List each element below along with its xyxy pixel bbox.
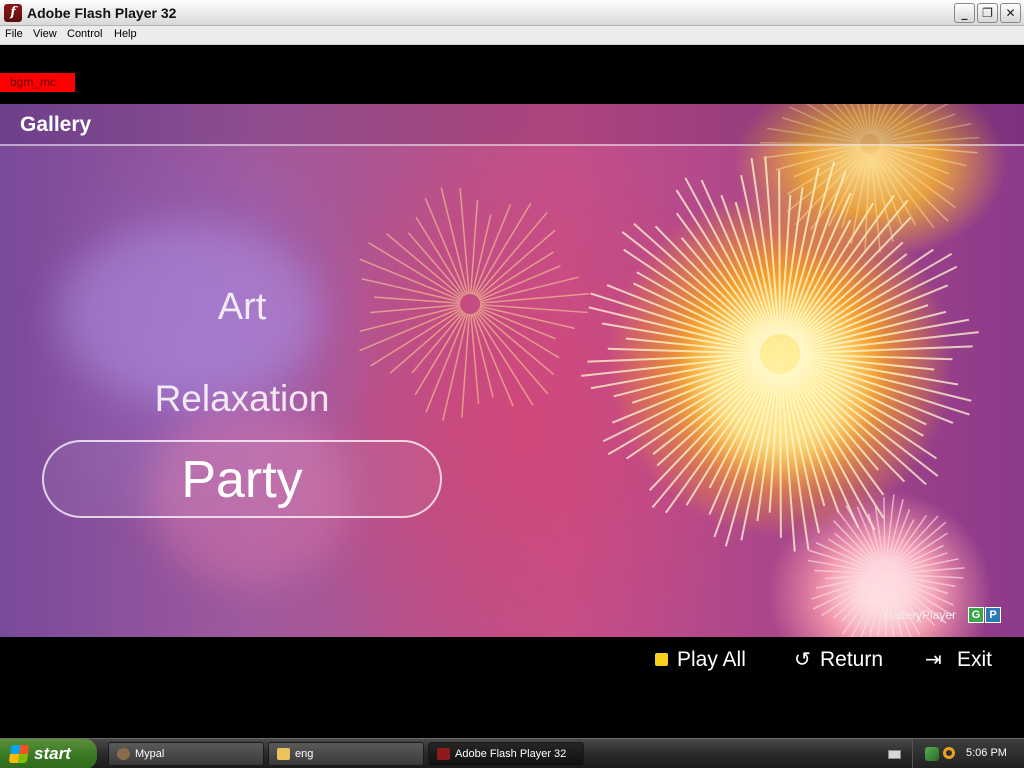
category-party-selected[interactable]: Party (42, 440, 442, 518)
firework-ray (625, 364, 765, 460)
firework-ray (479, 303, 588, 314)
firework-ray (470, 313, 480, 404)
windows-logo-icon (8, 745, 30, 763)
firework-ray (461, 313, 471, 418)
firework-ray (631, 359, 762, 404)
taskbar-item-label: eng (295, 748, 314, 760)
gallery-header: Gallery (0, 104, 1024, 146)
galleryplayer-logo-text: GalleryPlayer (884, 608, 957, 622)
taskbar-item-label: Mypal (135, 748, 165, 760)
exit-button[interactable]: Exit (957, 648, 992, 672)
firework-ray (763, 144, 861, 159)
firework-ray (477, 309, 555, 376)
menu-file[interactable]: File (5, 28, 23, 40)
firework-ray (477, 229, 556, 299)
taskbar: start Mypal eng Adobe Flash Player 32 5:… (0, 738, 1024, 768)
window-title: Adobe Flash Player 32 (27, 5, 177, 21)
firework-ray (469, 200, 479, 295)
clock: 5:06 PM (966, 747, 1007, 759)
firework-ray (797, 265, 958, 347)
category-art[interactable]: Art (42, 286, 442, 329)
exit-door-icon: ⇥ (925, 647, 942, 671)
firework-ray (478, 307, 556, 340)
firework-ray (876, 150, 949, 222)
firework-ray (778, 170, 781, 335)
gp-badge-p: P (985, 607, 1001, 623)
flash-icon (437, 748, 450, 760)
search-icon[interactable] (943, 747, 955, 759)
firework-ray (795, 248, 934, 344)
return-button[interactable]: Return (820, 648, 883, 672)
firework-ray (798, 304, 929, 349)
firework-ray (602, 361, 763, 443)
gp-badge-g: G (968, 607, 984, 623)
menu-help[interactable]: Help (114, 28, 137, 40)
window-title-bar[interactable]: f Adobe Flash Player 32 _ ❐ ✕ (0, 0, 1024, 26)
folder-icon (277, 748, 290, 760)
minimize-button[interactable]: _ (954, 3, 975, 23)
taskbar-item-mypal[interactable]: Mypal (108, 742, 264, 766)
gallery-title: Gallery (20, 113, 92, 136)
firework-ray (459, 188, 470, 295)
firework-ray (883, 497, 886, 567)
return-arrow-icon: ↺ (794, 647, 811, 671)
start-label: start (34, 744, 71, 763)
firework-ray (836, 509, 881, 569)
close-button[interactable]: ✕ (1000, 3, 1021, 23)
flash-app-icon: f (4, 4, 22, 22)
firework-ray (475, 311, 549, 395)
mypal-icon (117, 748, 130, 760)
debug-label: bgm_mc (0, 73, 75, 92)
firework-ray (478, 265, 561, 301)
taskbar-item-flash-player[interactable]: Adobe Flash Player 32 (428, 742, 584, 766)
firework-ray (478, 251, 554, 300)
firework-ray (821, 577, 879, 617)
taskbar-item-eng[interactable]: eng (268, 742, 424, 766)
firework-ray (479, 293, 590, 304)
firework-rays (359, 104, 980, 637)
keyboard-icon[interactable] (888, 750, 901, 759)
yellow-square-icon (655, 653, 668, 666)
play-all-button[interactable]: Play All (677, 648, 746, 672)
firework-ray (475, 212, 548, 297)
firework-ray (473, 204, 512, 296)
flash-stage[interactable]: bgm_mc Gallery Art Relaxation Party Gall… (0, 46, 1024, 738)
menu-view[interactable]: View (33, 28, 57, 40)
gallery-scene: Gallery Art Relaxation Party GalleryPlay… (0, 104, 1024, 637)
firework-ray (845, 505, 882, 568)
category-relaxation[interactable]: Relaxation (42, 378, 442, 420)
firework-ray (415, 216, 466, 296)
start-button[interactable]: start (0, 739, 97, 768)
firework-ray (808, 549, 878, 573)
firework-ray (892, 552, 948, 573)
menu-control[interactable]: Control (67, 28, 102, 40)
firework-ray (478, 308, 560, 359)
menu-bar: File View Control Help (0, 26, 1024, 45)
network-icon[interactable] (925, 747, 939, 761)
restore-button[interactable]: ❐ (977, 3, 998, 23)
firework-ray (779, 373, 782, 538)
taskbar-item-label: Adobe Flash Player 32 (455, 748, 567, 760)
